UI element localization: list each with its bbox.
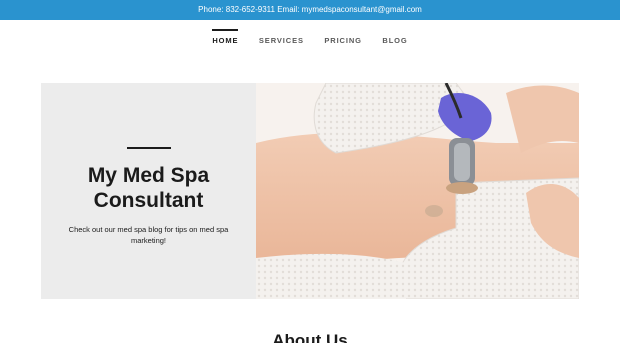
hero-divider (127, 147, 171, 149)
hero-text-panel: My Med Spa Consultant Check out our med … (41, 83, 256, 299)
contact-text: Phone: 832-652-9311 Email: mymedspaconsu… (198, 5, 422, 14)
nav-item-blog[interactable]: BLOG (382, 29, 407, 45)
nav-item-services[interactable]: SERVICES (259, 29, 304, 45)
hero-title: My Med Spa Consultant (87, 164, 210, 212)
main-nav: HOME SERVICES PRICING BLOG (0, 29, 620, 51)
about-heading: About Us (272, 331, 348, 343)
contact-bar: Phone: 832-652-9311 Email: mymedspaconsu… (0, 0, 620, 20)
nav-item-pricing[interactable]: PRICING (324, 29, 362, 45)
treatment-photo (256, 83, 579, 299)
hero-image-treatment (256, 83, 579, 299)
hero-subtitle: Check out our med spa blog for tips on m… (68, 225, 229, 245)
nav-item-home[interactable]: HOME (212, 29, 239, 45)
